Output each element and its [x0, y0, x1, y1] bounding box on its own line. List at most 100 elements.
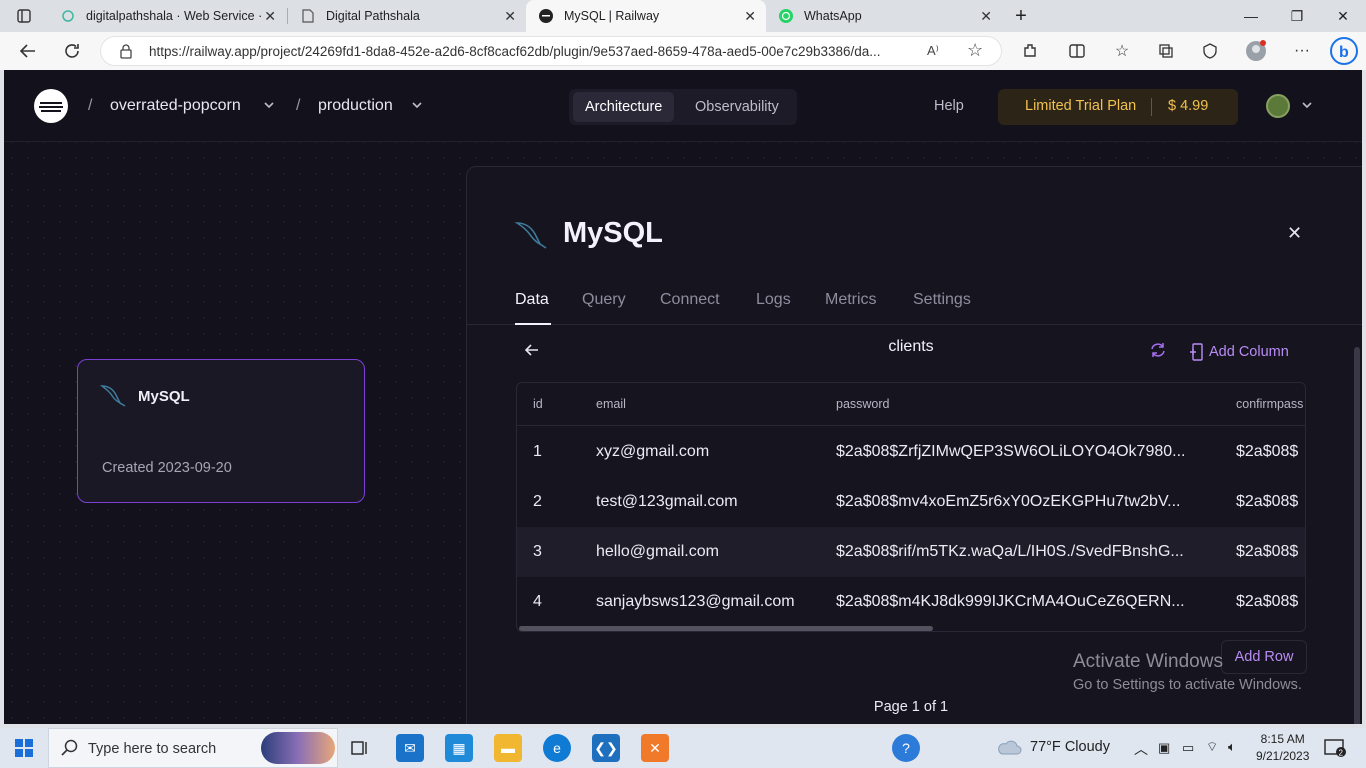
extensions-icon[interactable] [1016, 37, 1044, 65]
chevron-down-icon[interactable] [262, 98, 276, 117]
horizontal-scrollbar[interactable] [519, 626, 933, 631]
project-name[interactable]: overrated-popcorn [110, 97, 241, 115]
address-bar[interactable]: https://railway.app/project/24269fd1-8da… [100, 36, 1002, 66]
tab-logs[interactable]: Logs [756, 291, 791, 309]
favorites-icon[interactable]: ☆ [1108, 37, 1136, 65]
tab-query[interactable]: Query [582, 291, 626, 309]
reload-icon[interactable] [58, 37, 86, 65]
table-row[interactable]: 3 hello@gmail.com $2a$08$rif/m5TKz.waQa/… [517, 527, 1305, 577]
meet-now-icon[interactable]: ▣ [1158, 740, 1170, 756]
railway-logo-icon[interactable] [34, 89, 68, 123]
column-header-password[interactable]: password [836, 397, 890, 411]
task-view-icon[interactable] [346, 734, 374, 762]
cell-password: $2a$08$m4KJ8dk999IJKCrMA4OuCeZ6QERN... [836, 593, 1185, 610]
back-icon[interactable] [14, 37, 42, 65]
help-question-icon[interactable]: ? [892, 734, 920, 762]
panel-tabs: Data Query Connect Logs Metrics Settings [467, 279, 1362, 325]
column-header-confirmpass[interactable]: confirmpass [1236, 397, 1303, 411]
close-tab-icon[interactable]: ✕ [504, 8, 516, 25]
browser-tab-digitalpathshala-render[interactable]: digitalpathshala · Web Service · ✕ [48, 0, 286, 32]
table-header: id email password confirmpass [517, 383, 1305, 426]
cell-email: test@123gmail.com [596, 493, 738, 510]
browser-tab-whatsapp[interactable]: WhatsApp ✕ [766, 0, 1002, 32]
cell-id: 3 [533, 543, 542, 560]
xampp-icon[interactable]: ✕ [641, 734, 669, 762]
wifi-icon[interactable]: ⌔ [1206, 739, 1218, 755]
table-row[interactable]: 1 xyz@gmail.com $2a$08$ZrfjZIMwQEP3SW6OL… [517, 427, 1305, 477]
battery-icon[interactable]: ▭ [1182, 740, 1194, 756]
top-navigation: / overrated-popcorn / production Archite… [4, 70, 1362, 142]
close-tab-icon[interactable]: ✕ [980, 8, 992, 25]
chevron-down-icon[interactable] [410, 98, 424, 117]
tab-observability[interactable]: Observability [683, 92, 791, 122]
edge-browser-icon[interactable]: e [543, 734, 571, 762]
tab-actions-icon[interactable] [0, 0, 48, 32]
page-icon [300, 8, 316, 24]
new-tab-icon[interactable]: + [1004, 0, 1038, 32]
clock-time: 8:15 AM [1260, 732, 1305, 746]
plan-label: Limited Trial Plan [1025, 98, 1137, 114]
trial-plan-badge[interactable]: Limited Trial Plan $ 4.99 [998, 89, 1238, 125]
tab-data[interactable]: Data [515, 291, 549, 309]
lock-icon [119, 43, 133, 64]
chevron-up-icon[interactable]: ︿ [1134, 739, 1148, 759]
taskbar-search-box[interactable]: Type here to search [48, 728, 338, 768]
vscode-icon[interactable]: ❮❯ [592, 734, 620, 762]
mail-icon[interactable]: ✉ [396, 734, 424, 762]
read-aloud-icon[interactable]: A⁾ [927, 43, 939, 59]
environment-name[interactable]: production [318, 97, 393, 115]
file-explorer-icon[interactable]: ▬ [494, 734, 522, 762]
close-icon[interactable]: ✕ [1287, 223, 1302, 244]
tab-architecture[interactable]: Architecture [573, 92, 675, 122]
profile-icon[interactable] [1242, 37, 1270, 65]
cell-id: 2 [533, 493, 542, 510]
table-row[interactable]: 2 test@123gmail.com $2a$08$mv4xoEmZ5r6xY… [517, 477, 1305, 527]
microsoft-store-icon[interactable]: ▦ [445, 734, 473, 762]
tab-metrics[interactable]: Metrics [825, 291, 877, 309]
search-highlight-image [261, 732, 335, 764]
close-window-icon[interactable]: ✕ [1320, 0, 1366, 32]
table-row[interactable]: 4 sanjaybsws123@gmail.com $2a$08$m4KJ8dk… [517, 577, 1305, 627]
restore-icon[interactable]: ❐ [1274, 0, 1320, 32]
column-header-email[interactable]: email [596, 397, 626, 411]
browser-tab-digital-pathshala[interactable]: Digital Pathshala ✕ [288, 0, 526, 32]
more-options-icon[interactable]: ··· [1288, 37, 1316, 65]
svg-text:2: 2 [1339, 749, 1344, 758]
split-screen-icon[interactable] [1063, 37, 1091, 65]
minimize-icon[interactable]: — [1228, 0, 1274, 32]
avatar[interactable] [1266, 94, 1290, 118]
tab-title: MySQL | Railway [564, 9, 660, 23]
add-column-button[interactable]: Add Column [1189, 343, 1289, 361]
windows-start-icon[interactable] [10, 734, 38, 762]
tab-title: digitalpathshala · Web Service · [86, 9, 263, 23]
plan-divider [1151, 98, 1152, 116]
collections-icon[interactable] [1152, 37, 1180, 65]
browser-tab-mysql-railway[interactable]: MySQL | Railway ✕ [526, 0, 766, 32]
service-card-mysql[interactable]: MySQL Created 2023-09-20 [77, 359, 365, 503]
column-header-id[interactable]: id [533, 397, 543, 411]
copilot-icon[interactable]: b [1328, 35, 1360, 67]
tab-settings[interactable]: Settings [913, 291, 971, 309]
refresh-icon[interactable] [1149, 341, 1167, 364]
weather-text[interactable]: 77°F Cloudy [1030, 739, 1110, 755]
breadcrumb-separator: / [88, 97, 93, 114]
taskbar-clock[interactable]: 8:15 AM 9/21/2023 [1256, 731, 1309, 765]
watermark-subtitle: Go to Settings to activate Windows. [1073, 677, 1302, 693]
vertical-scrollbar[interactable] [1354, 347, 1360, 724]
loading-icon [60, 8, 76, 24]
search-placeholder: Type here to search [88, 741, 217, 757]
tab-connect[interactable]: Connect [660, 291, 720, 309]
browser-essentials-icon[interactable] [1196, 37, 1224, 65]
close-tab-icon[interactable]: ✕ [744, 8, 756, 25]
cell-confirmpass: $2a$08$ [1236, 493, 1299, 510]
help-link[interactable]: Help [934, 98, 964, 114]
cell-confirmpass: $2a$08$ [1236, 543, 1299, 560]
cell-password: $2a$08$rif/m5TKz.waQa/L/IH0S./SvedFBnshG… [836, 543, 1184, 560]
service-name: MySQL [138, 388, 190, 405]
plan-amount: $ 4.99 [1168, 98, 1209, 114]
notification-icon[interactable]: 2 [1324, 738, 1346, 763]
chevron-down-icon[interactable] [1300, 98, 1314, 117]
close-tab-icon[interactable]: ✕ [264, 8, 276, 25]
volume-icon[interactable]: 🔈︎ [1228, 739, 1236, 755]
favorite-star-icon[interactable]: ☆ [967, 40, 983, 61]
